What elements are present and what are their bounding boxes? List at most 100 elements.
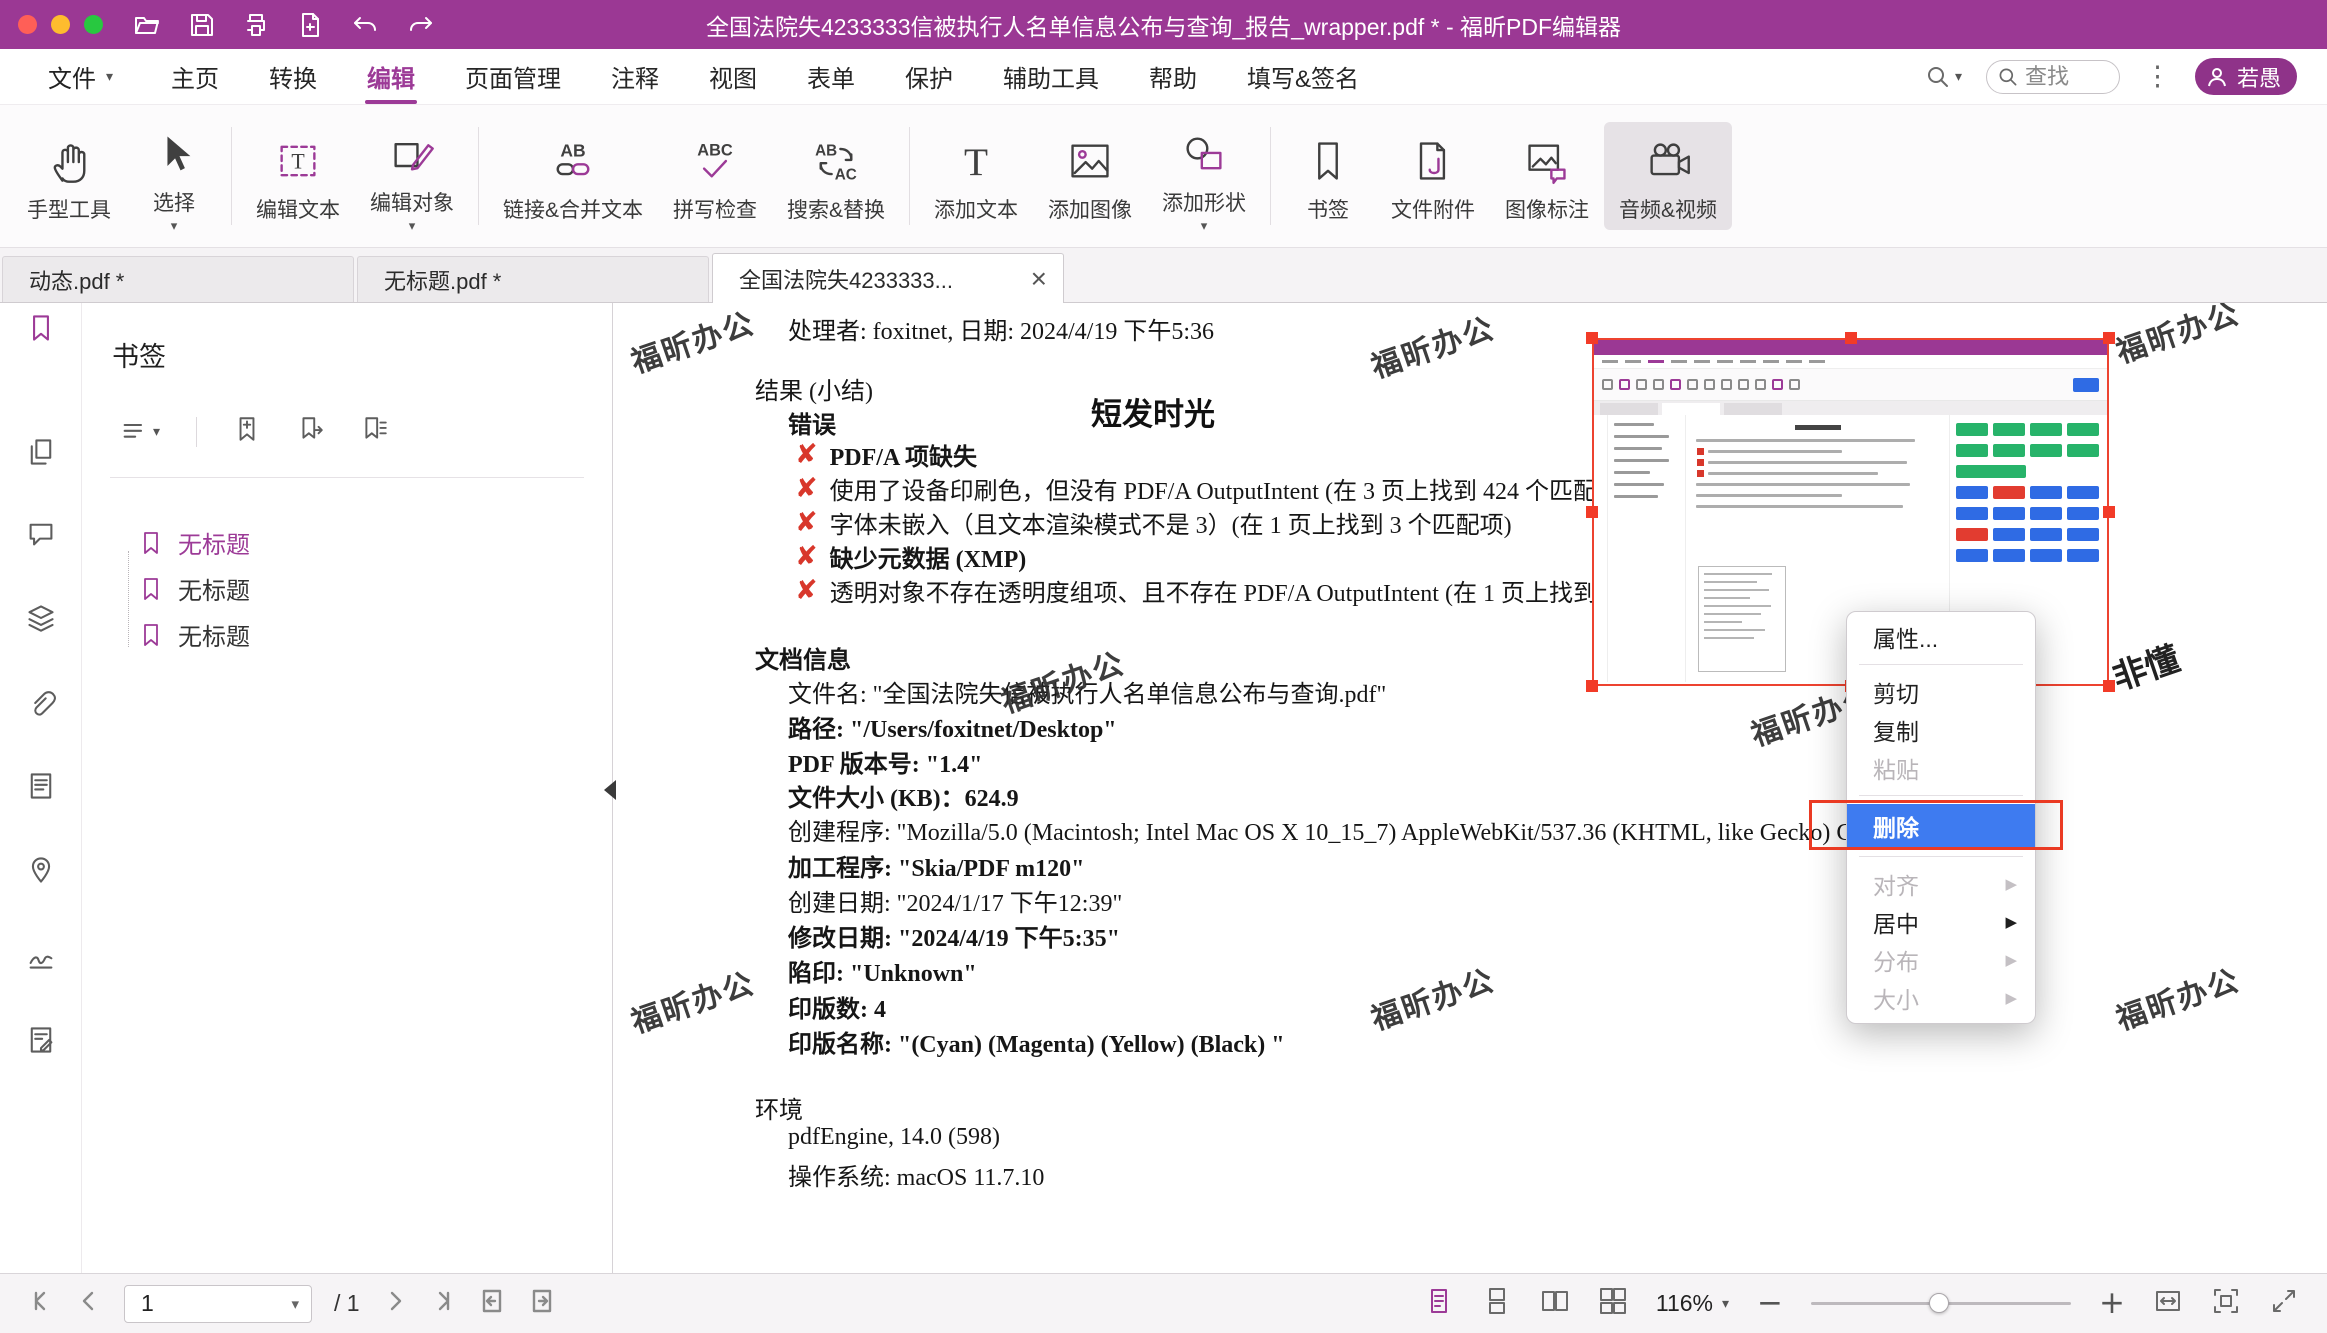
selection-handle[interactable] bbox=[1586, 680, 1598, 692]
more-options-icon[interactable]: ⋮ bbox=[2144, 61, 2171, 92]
tab-label: 动态.pdf * bbox=[29, 264, 337, 296]
search-input[interactable] bbox=[2025, 64, 2107, 90]
next-page-button[interactable] bbox=[382, 1288, 408, 1319]
facing-view-icon[interactable] bbox=[1540, 1286, 1570, 1321]
close-window-button[interactable] bbox=[18, 15, 37, 34]
ribbon-link-join-text-button[interactable]: AB 链接&合并文本 bbox=[488, 122, 658, 230]
attachments-panel-icon[interactable] bbox=[26, 688, 56, 723]
ribbon-label: 图像标注 bbox=[1505, 194, 1589, 224]
ribbon-add-image-button[interactable]: 添加图像 bbox=[1033, 122, 1147, 230]
ribbon-edit-object-button[interactable]: 编辑对象 ▾ bbox=[355, 115, 469, 237]
last-page-button[interactable] bbox=[430, 1288, 456, 1319]
zoom-slider-knob[interactable] bbox=[1929, 1293, 1949, 1313]
layers-panel-icon[interactable] bbox=[26, 603, 56, 638]
context-menu-cut[interactable]: 剪切 bbox=[1847, 673, 2035, 711]
previous-view-icon[interactable] bbox=[478, 1287, 506, 1320]
signatures-panel-icon[interactable] bbox=[26, 941, 56, 976]
ribbon-image-annotation-button[interactable]: 图像标注 bbox=[1490, 122, 1604, 230]
ribbon-spell-check-button[interactable]: ABC 拼写检查 bbox=[658, 122, 772, 230]
first-page-button[interactable] bbox=[28, 1288, 54, 1319]
undo-icon[interactable] bbox=[351, 12, 379, 38]
menu-page-manage[interactable]: 页面管理 bbox=[463, 47, 563, 106]
menu-accessibility[interactable]: 辅助工具 bbox=[1001, 47, 1101, 106]
ribbon-add-text-button[interactable]: T 添加文本 bbox=[919, 122, 1033, 230]
zoom-out-button[interactable]: − bbox=[1757, 1288, 1783, 1319]
ribbon-audio-video-button[interactable]: 音频&视频 bbox=[1604, 122, 1732, 230]
menu-home[interactable]: 主页 bbox=[169, 47, 221, 106]
document-page[interactable]: 福昕办公 福昕办公 福昕办公 福昕办公 福昕办公 福昕办公 福昕办公 福昕办公 … bbox=[613, 303, 2327, 1273]
context-menu-copy[interactable]: 复制 bbox=[1847, 711, 2035, 749]
user-badge[interactable]: 若愚 bbox=[2195, 58, 2297, 95]
comments-panel-icon[interactable] bbox=[26, 519, 56, 554]
zoom-value: 116% bbox=[1656, 1290, 1713, 1317]
zoom-slider[interactable] bbox=[1811, 1302, 2071, 1305]
menu-convert[interactable]: 转换 bbox=[267, 47, 319, 106]
search-options-button[interactable]: ▾ bbox=[1925, 64, 1962, 90]
ribbon-select-button[interactable]: 选择 ▾ bbox=[126, 115, 222, 237]
context-menu-center[interactable]: 居中▶ bbox=[1847, 903, 2035, 941]
single-page-view-icon[interactable] bbox=[1424, 1286, 1454, 1321]
menu-comment[interactable]: 注释 bbox=[609, 47, 661, 106]
ribbon-search-replace-button[interactable]: ABAC 搜索&替换 bbox=[772, 122, 900, 230]
print-icon[interactable] bbox=[243, 12, 269, 38]
zoom-level-dropdown[interactable]: 116% ▾ bbox=[1656, 1290, 1729, 1317]
continuous-facing-view-icon[interactable] bbox=[1598, 1286, 1628, 1321]
tab-close-icon[interactable]: × bbox=[1031, 265, 1047, 293]
ribbon-add-shapes-button[interactable]: 添加形状 ▾ bbox=[1147, 115, 1261, 237]
ribbon-hand-tool-button[interactable]: 手型工具 bbox=[12, 122, 126, 230]
minimize-window-button[interactable] bbox=[51, 15, 70, 34]
menu-edit[interactable]: 编辑 bbox=[365, 47, 417, 106]
bookmark-options-button[interactable]: ▾ bbox=[120, 418, 160, 446]
menu-view[interactable]: 视图 bbox=[707, 47, 759, 106]
bookmarks-panel-icon[interactable] bbox=[26, 313, 56, 348]
selection-handle[interactable] bbox=[1845, 332, 1857, 344]
save-icon[interactable] bbox=[189, 12, 215, 38]
bookmark-item-2[interactable]: 无标题 bbox=[138, 571, 250, 606]
fullscreen-icon[interactable] bbox=[2269, 1286, 2299, 1321]
selection-handle[interactable] bbox=[1586, 332, 1598, 344]
bookmark-item-3[interactable]: 无标题 bbox=[138, 617, 250, 652]
document-tab-1[interactable]: 动态.pdf * bbox=[2, 256, 354, 302]
selection-handle[interactable] bbox=[2103, 680, 2115, 692]
chevron-down-icon[interactable]: ▾ bbox=[291, 1295, 299, 1313]
export-icon[interactable] bbox=[297, 12, 323, 38]
error-item: ✘ 字体未嵌入（且文本渲染模式不是 3）(在 1 页上找到 3 个匹配项) bbox=[795, 505, 1512, 540]
zoom-window-button[interactable] bbox=[84, 15, 103, 34]
ribbon-edit-text-button[interactable]: T 编辑文本 bbox=[241, 122, 355, 230]
fit-width-icon[interactable] bbox=[2153, 1286, 2183, 1321]
selection-handle[interactable] bbox=[2103, 506, 2115, 518]
menu-item-label: 粘贴 bbox=[1873, 751, 1919, 785]
redo-icon[interactable] bbox=[407, 12, 435, 38]
destinations-panel-icon[interactable] bbox=[26, 855, 56, 890]
bookmark-item-1[interactable]: 无标题 bbox=[138, 525, 250, 560]
menu-file[interactable]: 文件 ▾ bbox=[48, 59, 113, 94]
pages-panel-icon[interactable] bbox=[26, 437, 56, 472]
bookmark-settings-icon[interactable] bbox=[361, 415, 389, 448]
new-bookmark-icon[interactable] bbox=[233, 415, 261, 448]
ribbon-bookmark-button[interactable]: 书签 bbox=[1280, 122, 1376, 230]
ribbon-file-attachment-button[interactable]: 文件附件 bbox=[1376, 122, 1490, 230]
next-view-icon[interactable] bbox=[528, 1287, 556, 1320]
menu-fill-sign[interactable]: 填写&签名 bbox=[1245, 47, 1361, 106]
menu-item-label: 复制 bbox=[1873, 713, 1919, 747]
result-header: 结果 (小结) bbox=[755, 371, 873, 406]
continuous-view-icon[interactable] bbox=[1482, 1286, 1512, 1321]
fit-page-icon[interactable] bbox=[2211, 1286, 2241, 1321]
info-line: 印版名称: "(Cyan) (Magenta) (Yellow) (Black)… bbox=[788, 1024, 1285, 1059]
selection-handle[interactable] bbox=[2103, 332, 2115, 344]
prev-page-button[interactable] bbox=[76, 1288, 102, 1319]
zoom-in-button[interactable]: + bbox=[2099, 1288, 2125, 1319]
page-number-input[interactable] bbox=[129, 1290, 291, 1317]
forms-panel-icon[interactable] bbox=[26, 1025, 56, 1060]
menu-protect[interactable]: 保护 bbox=[903, 47, 955, 106]
menu-help[interactable]: 帮助 bbox=[1147, 47, 1199, 106]
open-file-icon[interactable] bbox=[133, 11, 161, 39]
menu-form[interactable]: 表单 bbox=[805, 47, 857, 106]
panel-collapse-handle[interactable] bbox=[604, 780, 616, 800]
document-tab-2[interactable]: 无标题.pdf * bbox=[357, 256, 709, 302]
context-menu-properties[interactable]: 属性... bbox=[1847, 618, 2035, 656]
fields-panel-icon[interactable] bbox=[26, 771, 56, 806]
selection-handle[interactable] bbox=[1586, 506, 1598, 518]
demote-bookmark-icon[interactable] bbox=[297, 415, 325, 448]
document-tab-3-active[interactable]: 全国法院失4233333... × bbox=[712, 253, 1064, 303]
